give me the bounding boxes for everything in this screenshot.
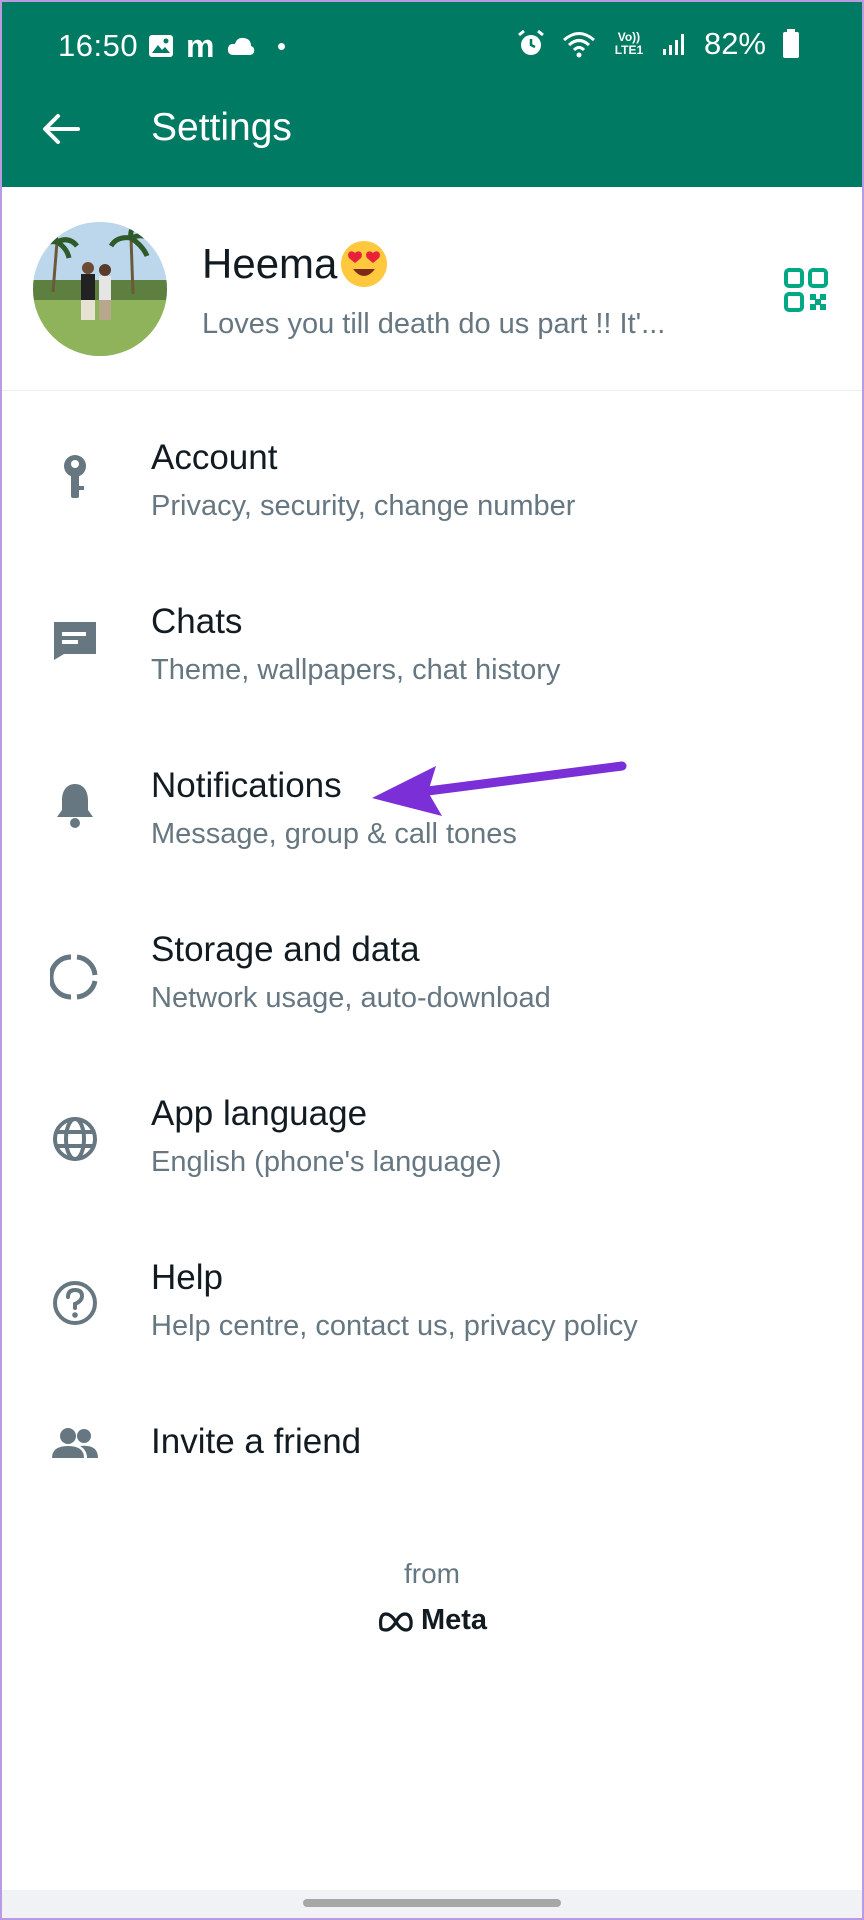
profile-name: Heema (202, 240, 388, 288)
settings-item-subtitle: Theme, wallpapers, chat history (151, 654, 561, 686)
qr-code-icon[interactable] (784, 268, 828, 312)
key-icon (64, 455, 86, 498)
storage-circle-icon (50, 954, 98, 1000)
cloud-icon (228, 37, 255, 55)
settings-item-subtitle: English (phone's language) (151, 1146, 502, 1178)
settings-item-storage[interactable]: Storage and data Network usage, auto-dow… (0, 906, 864, 1046)
network-type: Vo)) LTE1 (614, 30, 644, 57)
status-system-icons: Vo)) LTE1 82% (516, 26, 800, 62)
gmail-m-icon: m (186, 28, 215, 64)
dot-icon (278, 42, 286, 50)
profile-name-text: Heema (202, 240, 338, 287)
settings-item-chats[interactable]: Chats Theme, wallpapers, chat history (0, 578, 864, 718)
settings-item-title: Storage and data (151, 930, 420, 969)
settings-item-subtitle: Message, group & call tones (151, 818, 517, 850)
heart-eyes-emoji (341, 241, 388, 287)
profile-about: Loves you till death do us part !! It'..… (202, 308, 666, 340)
help-circle-icon (53, 1281, 97, 1325)
meta-logo-icon (378, 1611, 413, 1632)
settings-item-subtitle: Help centre, contact us, privacy policy (151, 1310, 638, 1342)
back-arrow-icon[interactable] (38, 106, 84, 152)
settings-item-help[interactable]: Help Help centre, contact us, privacy po… (0, 1234, 864, 1374)
top-bar: 16:50 m Vo)) LTE1 82% Settings (0, 0, 864, 187)
wifi-icon (562, 32, 595, 58)
gallery-icon (149, 35, 173, 57)
footer-from: from (404, 1558, 460, 1589)
settings-item-title: Notifications (151, 766, 342, 805)
annotation-arrow-icon (372, 761, 627, 816)
chat-icon (54, 622, 96, 660)
settings-item-account[interactable]: Account Privacy, security, change number (0, 414, 864, 554)
avatar-photo (33, 222, 167, 356)
settings-item-title: Account (151, 438, 278, 477)
battery-icon (783, 29, 799, 58)
battery-percent: 82% (703, 26, 766, 61)
bell-icon (57, 784, 93, 828)
gesture-handle[interactable] (303, 1899, 561, 1907)
status-time: 16:50 (58, 28, 139, 63)
alarm-icon (518, 29, 544, 55)
settings-item-title: App language (151, 1094, 368, 1133)
meta-brand: Meta (0, 1604, 864, 1637)
avatar[interactable] (33, 222, 167, 356)
status-notification-icons: m (148, 28, 286, 64)
settings-item-invite[interactable]: Invite a friend (0, 1398, 864, 1498)
globe-icon (53, 1117, 97, 1161)
settings-item-title: Invite a friend (151, 1422, 362, 1461)
people-icon (52, 1428, 98, 1458)
page-title: Settings (151, 106, 292, 149)
profile-row[interactable]: Heema Loves you till death do us part !!… (0, 188, 864, 391)
settings-item-subtitle: Privacy, security, change number (151, 490, 576, 522)
settings-item-subtitle: Network usage, auto-download (151, 982, 551, 1014)
settings-item-title: Chats (151, 602, 243, 641)
meta-wordmark: Meta (420, 1604, 488, 1636)
signal-icon (662, 34, 684, 55)
settings-item-title: Help (151, 1258, 223, 1297)
settings-item-language[interactable]: App language English (phone's language) (0, 1070, 864, 1210)
